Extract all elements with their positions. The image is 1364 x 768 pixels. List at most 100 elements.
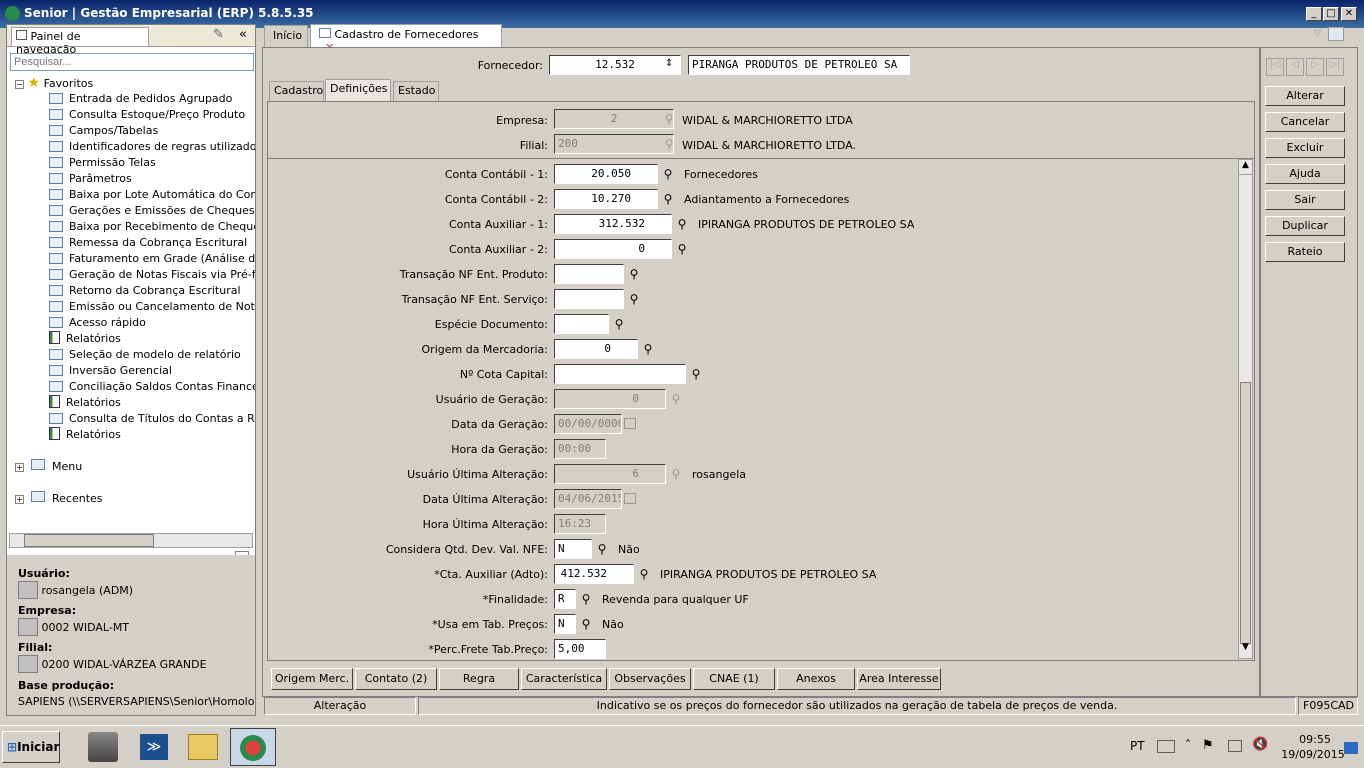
keyboard-icon[interactable]: [1157, 740, 1175, 753]
expand-toggle-icon[interactable]: +: [15, 495, 24, 504]
list-item[interactable]: Acesso rápido: [49, 315, 146, 331]
bottom-button[interactable]: Regra: [439, 668, 519, 690]
collapse-toggle-icon[interactable]: −: [15, 80, 24, 89]
supplier-code-field[interactable]: 12.532: [549, 55, 681, 75]
search-icon[interactable]: ⚲: [594, 541, 610, 557]
start-button[interactable]: ⊞Iniciar: [2, 731, 60, 763]
subtab-estado[interactable]: Estado: [393, 81, 439, 101]
field-input[interactable]: 00/00/0000: [554, 414, 622, 434]
search-icon[interactable]: ⚲: [660, 166, 676, 182]
search-icon[interactable]: ⚲: [661, 111, 677, 127]
spinner-icon[interactable]: ⇕: [665, 58, 673, 69]
field-input[interactable]: [554, 364, 686, 384]
field-input[interactable]: 16:23: [554, 514, 606, 534]
list-item[interactable]: Permissão Telas: [49, 155, 156, 171]
server-manager-icon[interactable]: [88, 732, 118, 762]
search-icon[interactable]: ⚲: [578, 616, 594, 632]
tab-home[interactable]: Início: [264, 25, 308, 47]
search-icon[interactable]: ⚲: [661, 136, 677, 152]
search-icon[interactable]: ⚲: [674, 216, 690, 232]
search-icon[interactable]: ⚲: [626, 291, 642, 307]
volume-muted-icon[interactable]: 🔇: [1252, 737, 1268, 752]
list-item[interactable]: Gerações e Emissões de Cheques e A: [49, 203, 255, 219]
next-record-icon[interactable]: ▷: [1306, 58, 1324, 76]
nav-hscrollbar[interactable]: [9, 533, 253, 548]
flag-icon[interactable]: ⚑: [1202, 738, 1214, 753]
list-item[interactable]: Consulta Estoque/Preço Produto: [49, 107, 245, 123]
list-item[interactable]: Entrada de Pedidos Agrupado: [49, 91, 232, 107]
bottom-button[interactable]: Origem Merc.: [271, 668, 353, 690]
list-item[interactable]: Baixa por Lote Automática do Conta: [49, 187, 255, 203]
scroll-down-icon[interactable]: ▼: [1239, 642, 1252, 657]
calendar-icon[interactable]: [624, 418, 636, 429]
empresa-code-field[interactable]: 2: [554, 109, 674, 129]
list-item[interactable]: Remessa da Cobrança Escritural: [49, 235, 247, 251]
chevron-down-icon[interactable]: ▽: [1314, 29, 1321, 39]
show-desktop-icon[interactable]: [1344, 742, 1358, 754]
nav-search-input[interactable]: [10, 53, 254, 71]
nav-tab[interactable]: Painel de navegação: [11, 27, 149, 56]
list-item[interactable]: Inversão Gerencial: [49, 363, 172, 379]
search-icon[interactable]: ⚲: [668, 466, 684, 482]
wrench-icon[interactable]: ✎: [213, 27, 224, 42]
list-item[interactable]: Emissão ou Cancelamento de Notas: [49, 299, 255, 315]
field-input[interactable]: 412.532: [554, 564, 634, 584]
list-item[interactable]: Parâmetros: [49, 171, 132, 187]
list-item[interactable]: Identificadores de regras utilizados: [49, 139, 255, 155]
search-icon[interactable]: ⚲: [626, 266, 642, 282]
list-item[interactable]: Consulta de Títulos do Contas a Rec: [49, 411, 255, 427]
maximize-button[interactable]: □: [1323, 7, 1339, 21]
field-input[interactable]: 0: [554, 339, 638, 359]
list-item[interactable]: Relatórios: [49, 427, 121, 443]
field-input[interactable]: 0: [554, 389, 666, 409]
powershell-icon[interactable]: ≫: [140, 734, 168, 760]
scroll-up-icon[interactable]: ▲: [1239, 160, 1252, 175]
search-icon[interactable]: ⚲: [688, 366, 704, 382]
field-input[interactable]: 6: [554, 464, 666, 484]
tree-node-menu[interactable]: + Menu: [15, 459, 82, 475]
sair-button[interactable]: Sair: [1265, 190, 1345, 210]
field-input[interactable]: N: [554, 539, 592, 559]
field-input[interactable]: [554, 314, 609, 334]
senior-erp-task-icon[interactable]: [230, 728, 276, 766]
collapse-icon[interactable]: «: [239, 27, 247, 42]
cancelar-button[interactable]: Cancelar: [1265, 112, 1345, 132]
excluir-button[interactable]: Excluir: [1265, 138, 1345, 158]
subtab-cadastro[interactable]: Cadastro: [269, 81, 324, 101]
vertical-scrollbar[interactable]: ▲ ▼: [1238, 159, 1253, 659]
previous-record-icon[interactable]: ◁: [1286, 58, 1304, 76]
close-button[interactable]: ✕: [1341, 7, 1357, 21]
list-item[interactable]: Relatórios: [49, 395, 121, 411]
folder-icon[interactable]: [188, 734, 218, 760]
bottom-button[interactable]: Observações: [609, 668, 691, 690]
duplicar-button[interactable]: Duplicar: [1265, 216, 1345, 236]
bottom-button[interactable]: CNAE (1): [693, 668, 775, 690]
search-icon[interactable]: ⚲: [578, 591, 594, 607]
list-item[interactable]: Retorno da Cobrança Escritural: [49, 283, 241, 299]
tree-node-recent[interactable]: + Recentes: [15, 491, 103, 507]
alterar-button[interactable]: Alterar: [1265, 86, 1345, 106]
field-input[interactable]: 0: [554, 239, 672, 259]
scroll-thumb[interactable]: [24, 534, 154, 547]
field-input[interactable]: 10.270: [554, 189, 658, 209]
search-icon[interactable]: ⚲: [640, 341, 656, 357]
field-input[interactable]: [554, 264, 624, 284]
search-icon[interactable]: ⚲: [660, 191, 676, 207]
bottom-button[interactable]: Contato (2): [355, 668, 437, 690]
list-item[interactable]: Faturamento em Grade (Análise de F: [49, 251, 255, 267]
field-input[interactable]: 00:00: [554, 439, 606, 459]
list-item[interactable]: Seleção de modelo de relatório: [49, 347, 241, 363]
field-input[interactable]: 20.050: [554, 164, 658, 184]
field-input[interactable]: N: [554, 614, 576, 634]
bottom-button[interactable]: Area Interesse: [857, 668, 941, 690]
language-indicator[interactable]: PT: [1130, 739, 1145, 753]
list-item[interactable]: Geração de Notas Fiscais via Pré-fat: [49, 267, 255, 283]
subtab-definicoes[interactable]: Definições: [325, 79, 391, 101]
field-input[interactable]: 04/06/2015: [554, 489, 622, 509]
search-icon[interactable]: ⚲: [674, 241, 690, 257]
search-icon[interactable]: ⚲: [668, 391, 684, 407]
tree-node-favorites[interactable]: − ★ Favoritos: [15, 75, 93, 91]
ajuda-button[interactable]: Ajuda: [1265, 164, 1345, 184]
rateio-button[interactable]: Rateio: [1265, 242, 1345, 262]
search-icon[interactable]: ⚲: [611, 316, 627, 332]
